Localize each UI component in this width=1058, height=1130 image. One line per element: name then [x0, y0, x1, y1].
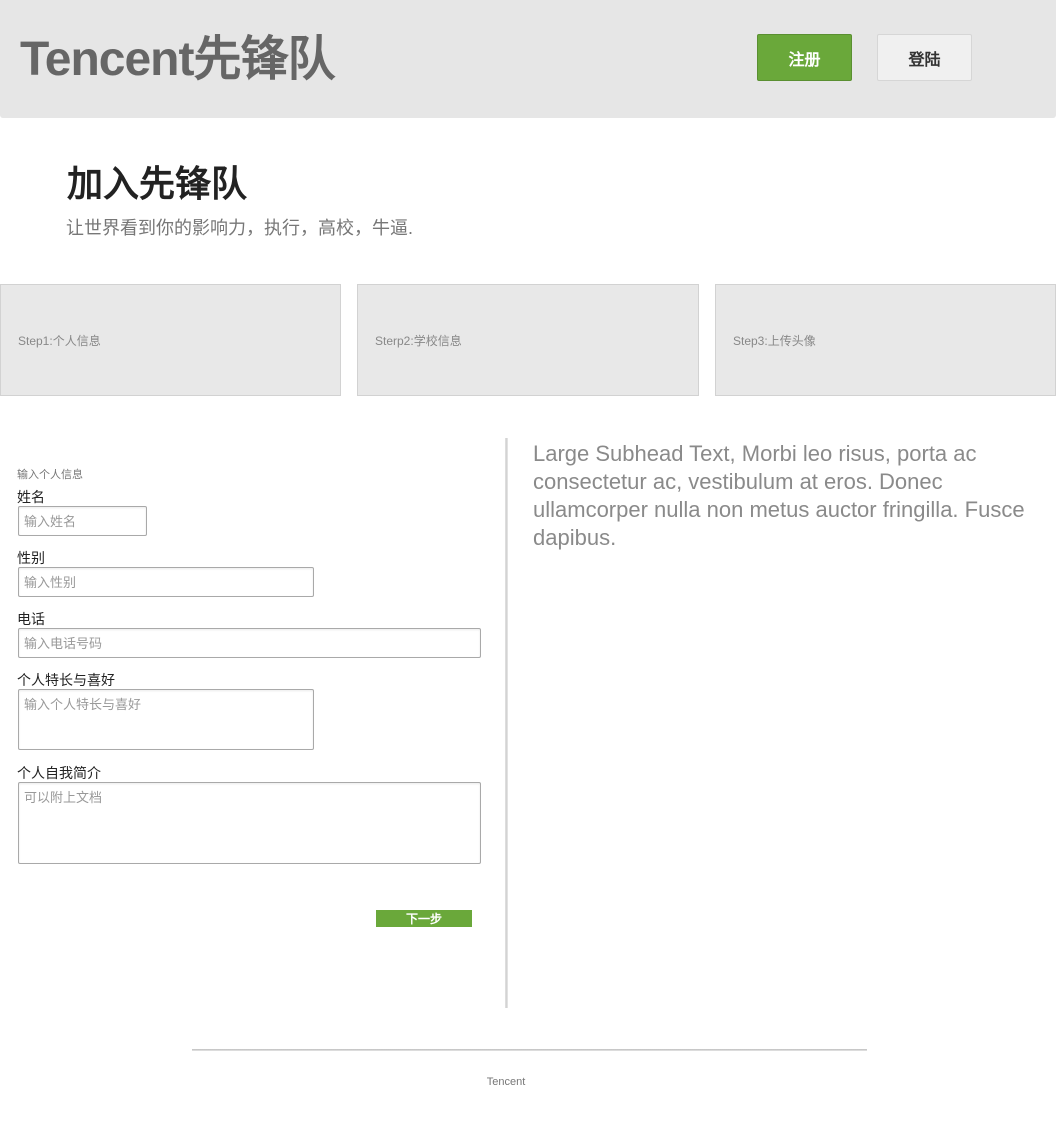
login-button[interactable]: 登陆 [877, 34, 972, 81]
hobbies-label: 个人特长与喜好 [17, 672, 115, 688]
step-personal-info[interactable]: Step1:个人信息 [0, 284, 341, 396]
form-caption: 输入个人信息 [17, 469, 83, 481]
step-upload-avatar[interactable]: Step3:上传头像 [715, 284, 1056, 396]
phone-input[interactable] [18, 628, 481, 658]
footer-text: Tencent [486, 1076, 526, 1088]
step-label: Step1:个人信息 [18, 333, 101, 348]
page-subtitle: 让世界看到你的影响力，执行，高校，牛逼. [66, 218, 413, 238]
page-title: 加入先锋队 [67, 163, 248, 204]
intro-label: 个人自我简介 [17, 765, 101, 781]
vertical-divider [505, 438, 508, 1008]
aside-subhead: Large Subhead Text, Morbi leo risus, por… [533, 441, 1025, 550]
gender-label: 性别 [17, 550, 45, 566]
footer-divider [192, 1049, 867, 1051]
step-label: Sterp2:学校信息 [375, 333, 462, 348]
step-school-info[interactable]: Sterp2:学校信息 [357, 284, 699, 396]
name-input[interactable] [18, 506, 147, 536]
name-label: 姓名 [17, 489, 45, 505]
gender-input[interactable] [18, 567, 314, 597]
phone-label: 电话 [17, 611, 45, 627]
intro-textarea[interactable] [18, 782, 481, 864]
brand-logo[interactable]: Tencent先锋队 [20, 30, 335, 90]
register-button[interactable]: 注册 [757, 34, 852, 81]
hobbies-textarea[interactable] [18, 689, 314, 750]
next-step-button[interactable]: 下一步 [376, 910, 472, 927]
top-header: Tencent先锋队 注册 登陆 [0, 0, 1056, 118]
step-label: Step3:上传头像 [733, 333, 816, 348]
